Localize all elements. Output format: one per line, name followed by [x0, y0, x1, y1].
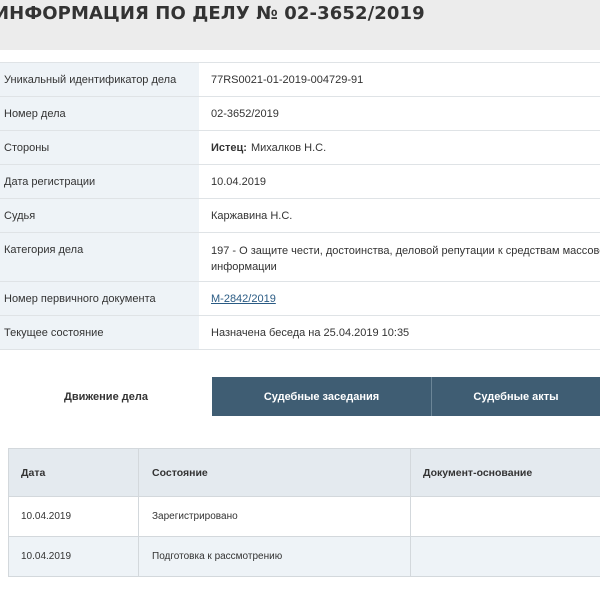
- table-row: 10.04.2019 Зарегистрировано: [9, 496, 600, 536]
- row-state: Подготовка к рассмотрению: [139, 537, 411, 576]
- page-title: ИНФОРМАЦИЯ ПО ДЕЛУ № 02-3652/2019: [0, 3, 425, 24]
- column-header-date: Дата: [9, 449, 139, 496]
- category-value: 197 - О защите чести, достоинства, делов…: [199, 233, 600, 281]
- info-row-primary-doc: Номер первичного документа М-2842/2019: [0, 282, 600, 316]
- category-value-line1: 197 - О защите чести, достоинства, делов…: [211, 245, 600, 257]
- primary-doc-value: М-2842/2019: [199, 282, 600, 315]
- row-state: Зарегистрировано: [139, 497, 411, 536]
- info-row-case-number: Номер дела 02-3652/2019: [0, 97, 600, 131]
- table-header-row: Дата Состояние Документ-основание: [9, 448, 600, 496]
- page-header: ИНФОРМАЦИЯ ПО ДЕЛУ № 02-3652/2019: [0, 0, 600, 50]
- uid-value: 77RS0021-01-2019-004729-91: [211, 73, 364, 86]
- parties-value: Истец: Михалков Н.С.: [199, 131, 600, 164]
- info-row-category: Категория дела 197 - О защите чести, дос…: [0, 233, 600, 282]
- info-row-status: Текущее состояние Назначена беседа на 25…: [0, 316, 600, 350]
- row-document: [411, 537, 600, 576]
- case-movement-table: Дата Состояние Документ-основание 10.04.…: [8, 448, 600, 577]
- category-value-line2: информации: [211, 261, 277, 273]
- parties-label: Стороны: [0, 131, 199, 164]
- case-number-label: Номер дела: [0, 97, 199, 130]
- reg-date-label: Дата регистрации: [0, 165, 199, 198]
- status-value: Назначена беседа на 25.04.2019 10:35: [211, 326, 410, 339]
- tab-court-acts[interactable]: Судебные акты: [432, 377, 600, 416]
- case-info-table: Уникальный идентификатор дела 77RS0021-0…: [0, 62, 600, 350]
- info-row-reg-date: Дата регистрации 10.04.2019: [0, 165, 600, 199]
- category-label: Категория дела: [0, 233, 199, 281]
- tab-case-movement[interactable]: Движение дела: [0, 377, 212, 416]
- plaintiff-role: Истец:: [211, 141, 247, 154]
- info-row-judge: Судья Каржавина Н.С.: [0, 199, 600, 233]
- primary-doc-label: Номер первичного документа: [0, 282, 199, 315]
- case-tabs: Движение дела Судебные заседания Судебны…: [0, 377, 600, 416]
- row-date: 10.04.2019: [9, 497, 139, 536]
- plaintiff-name: Михалков Н.С.: [250, 141, 327, 154]
- judge-value: Каржавина Н.С.: [211, 209, 293, 222]
- info-row-parties: Стороны Истец: Михалков Н.С.: [0, 131, 600, 165]
- case-page: ИНФОРМАЦИЯ ПО ДЕЛУ № 02-3652/2019 Уникал…: [0, 0, 600, 600]
- case-number-value: 02-3652/2019: [211, 107, 279, 120]
- row-document: [411, 497, 600, 536]
- table-row: 10.04.2019 Подготовка к рассмотрению: [9, 536, 600, 576]
- primary-doc-link[interactable]: М-2842/2019: [211, 293, 276, 305]
- uid-label: Уникальный идентификатор дела: [0, 63, 199, 96]
- status-label: Текущее состояние: [0, 316, 199, 349]
- info-row-uid: Уникальный идентификатор дела 77RS0021-0…: [0, 63, 600, 97]
- column-header-document: Документ-основание: [423, 466, 533, 479]
- column-header-state: Состояние: [139, 449, 411, 496]
- judge-label: Судья: [0, 199, 199, 232]
- row-date: 10.04.2019: [9, 537, 139, 576]
- tab-court-sessions[interactable]: Судебные заседания: [212, 377, 432, 416]
- reg-date-value: 10.04.2019: [211, 175, 267, 188]
